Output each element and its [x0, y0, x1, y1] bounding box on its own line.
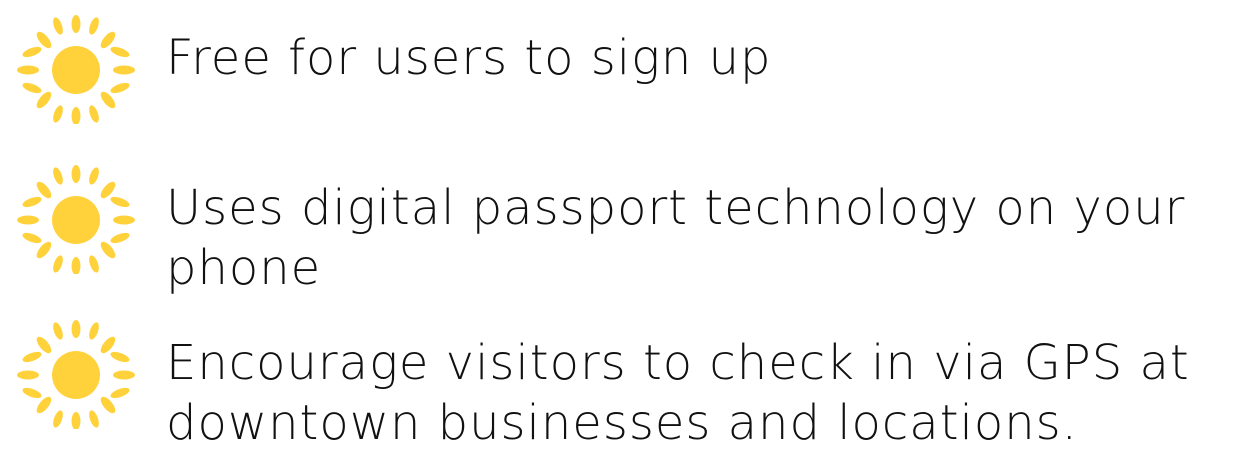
- bullet-text: Free for users to sign up: [166, 28, 1246, 88]
- bullet-line: Free for users to sign up: [166, 30, 772, 86]
- bullet-list: Free for users to sign up Uses digital p…: [0, 0, 1250, 457]
- sun-icon: [17, 165, 135, 274]
- bullet-text: Uses digital passport technology on your…: [166, 178, 1246, 298]
- bullet-text: Encourage visitors to check in via GPS a…: [166, 333, 1246, 453]
- bullet-line: Uses digital passport technology on your: [166, 180, 1186, 236]
- bullet-line: phone: [166, 240, 322, 296]
- sun-icon: [17, 320, 135, 429]
- sun-icon: [17, 15, 135, 124]
- bullet-line: Encourage visitors to check in via GPS a…: [166, 335, 1190, 391]
- bullet-line: downtown businesses and locations.: [166, 395, 1078, 451]
